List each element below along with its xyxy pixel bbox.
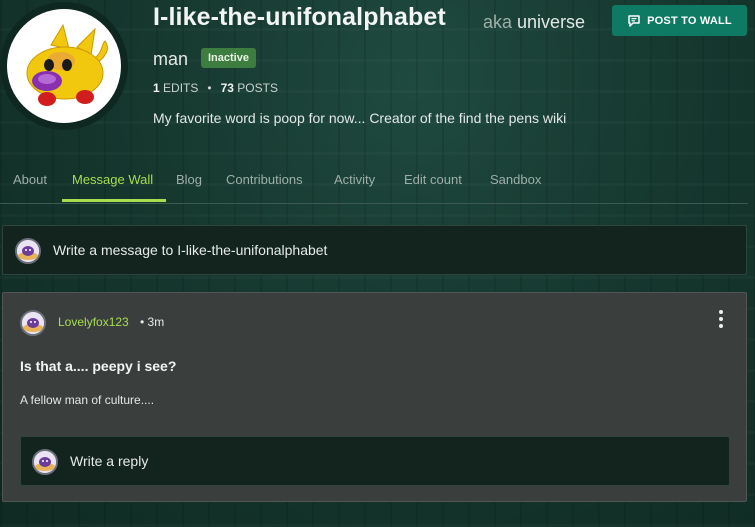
reply-box[interactable]: Write a reply [20, 436, 730, 486]
user-avatar [15, 238, 41, 264]
profile-tabs: About Message Wall Blog Contributions Ac… [0, 160, 748, 204]
post-to-wall-button[interactable]: POST TO WALL [612, 5, 747, 36]
compose-placeholder: Write a message to I-like-the-unifonalph… [53, 242, 328, 258]
thread-body: A fellow man of culture.... [20, 393, 155, 407]
message-compose-box[interactable]: Write a message to I-like-the-unifonalph… [2, 225, 747, 275]
edits-label[interactable]: EDITS [163, 81, 198, 95]
post-to-wall-label: POST TO WALL [647, 14, 732, 27]
purple-creature-avatar-icon [34, 451, 56, 473]
posts-label: POSTS [237, 81, 278, 95]
tab-edit-count[interactable]: Edit count [404, 172, 462, 187]
timestamp-separator: • [140, 315, 145, 329]
status-badge: Inactive [201, 48, 256, 68]
thread-title: Is that a.... peepy i see? [20, 358, 177, 374]
tab-sandbox[interactable]: Sandbox [490, 172, 541, 187]
thread-timestamp: • 3m [140, 315, 164, 329]
tab-blog[interactable]: Blog [176, 172, 202, 187]
profile-bio: My favorite word is poop for now... Crea… [153, 110, 567, 126]
aka-name-continued: man [153, 49, 189, 69]
edits-count: 1 [153, 81, 160, 95]
reply-placeholder: Write a reply [70, 453, 149, 469]
yellow-cat-creature-icon [26, 23, 108, 106]
posts-count: 73 [220, 81, 234, 95]
tab-contributions[interactable]: Contributions [226, 172, 303, 187]
stats-separator: • [207, 81, 212, 95]
user-avatar [32, 449, 58, 475]
tab-message-wall[interactable]: Message Wall [72, 172, 153, 187]
tab-activity[interactable]: Activity [334, 172, 375, 187]
aka-name: universe [517, 12, 586, 32]
profile-aka: aka universe [483, 12, 585, 33]
timestamp-value[interactable]: 3m [148, 315, 165, 329]
avatar-image [7, 9, 121, 123]
author-avatar[interactable] [20, 310, 46, 336]
active-tab-indicator [62, 199, 166, 202]
purple-creature-avatar-icon [22, 312, 44, 334]
profile-stats: 1 EDITS • 73 POSTS [153, 81, 278, 95]
purple-creature-avatar-icon [17, 240, 39, 262]
message-bubble-icon [628, 14, 640, 27]
message-thread: Lovelyfox123 • 3m Is that a.... peepy i … [2, 292, 747, 502]
profile-header: I-like-the-unifonalphabet aka universe ma… [0, 0, 755, 160]
profile-username: I-like-the-unifonalphabet [153, 3, 446, 31]
thread-author-link[interactable]: Lovelyfox123 [58, 315, 129, 329]
more-options-icon[interactable] [714, 310, 728, 330]
aka-prefix: aka [483, 12, 513, 32]
profile-avatar[interactable] [0, 2, 128, 130]
tab-about[interactable]: About [13, 172, 47, 187]
